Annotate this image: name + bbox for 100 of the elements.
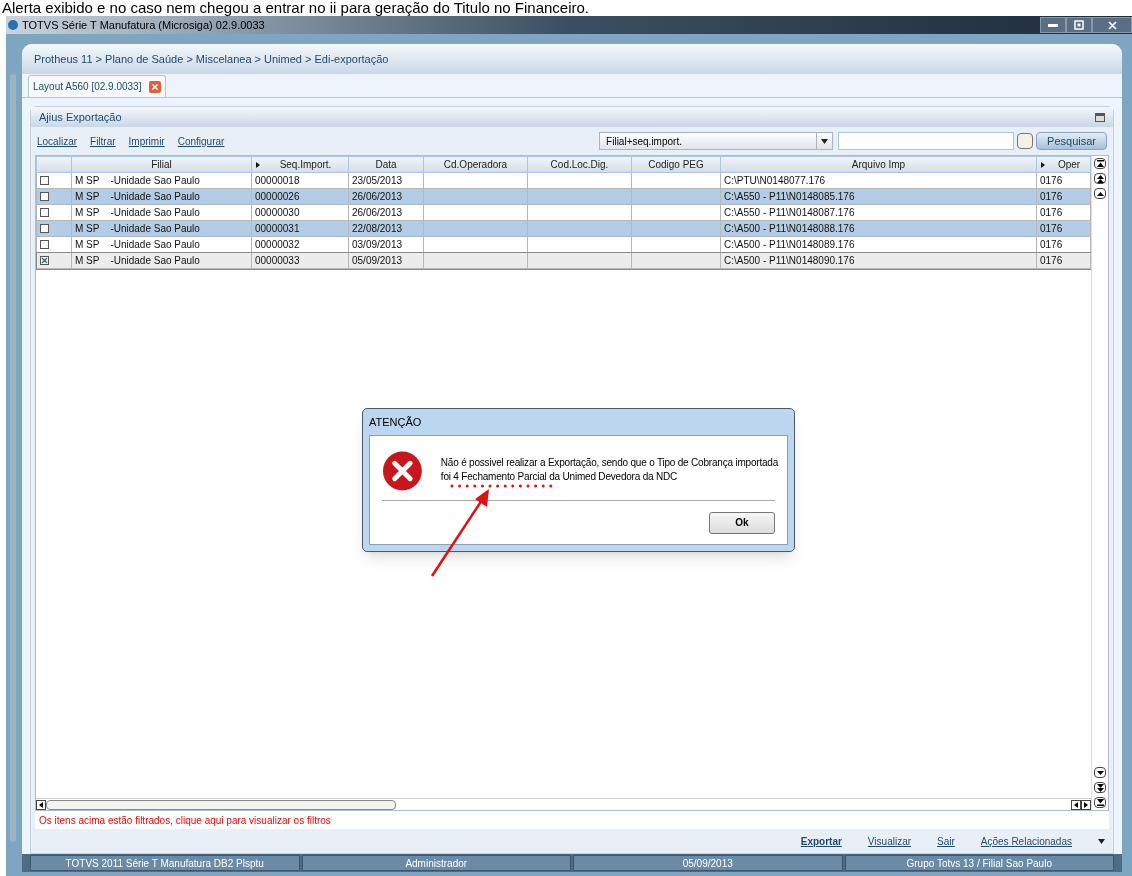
collapse-icon[interactable] bbox=[1095, 112, 1105, 122]
table-cell: M SP -Unidade Sao Paulo bbox=[75, 207, 200, 218]
column-header[interactable]: Arquivo Imp bbox=[721, 157, 1036, 172]
app-icon bbox=[8, 20, 18, 30]
column-header[interactable]: Codigo PEG bbox=[632, 157, 720, 172]
notepad-icon[interactable] bbox=[1017, 133, 1034, 149]
index-dropdown[interactable]: Filial+seq.import. bbox=[599, 132, 834, 150]
table-cell: M SP -Unidade Sao Paulo bbox=[75, 191, 200, 202]
table-cell: 05/09/2013 bbox=[352, 255, 403, 266]
close-tab-icon[interactable] bbox=[149, 80, 162, 93]
scroll-left-icon bbox=[1074, 801, 1078, 808]
restore-icon bbox=[1074, 20, 1084, 30]
column-header[interactable]: Cd.Operadora bbox=[424, 157, 527, 172]
dropdown-caret-icon[interactable] bbox=[1098, 838, 1105, 844]
table-cell: 0176 bbox=[1040, 175, 1063, 186]
scroll-down-icon bbox=[1096, 770, 1104, 775]
scroll-first-icon bbox=[1096, 160, 1104, 167]
tab-label: Layout A560 [02.9.0033] bbox=[33, 80, 142, 94]
row-checkbox[interactable] bbox=[40, 208, 49, 217]
scroll-up-icon bbox=[1096, 191, 1104, 196]
table-row[interactable]: M SP -Unidade Sao Paulo 00000033 05/09/2013 C:\A500 - P11\N0148090.176 0176 bbox=[36, 252, 1091, 269]
check-mark-icon bbox=[41, 257, 48, 264]
scroll-page-up-icon bbox=[1096, 174, 1104, 183]
dialog-title: ATENÇÃO bbox=[369, 414, 422, 430]
table-cell: 00000031 bbox=[255, 223, 300, 234]
column-header[interactable]: Data bbox=[349, 157, 423, 172]
tab[interactable]: Layout A560 [02.9.0033] bbox=[28, 75, 167, 97]
table-cell: C:\A550 - P11\N0148087.176 bbox=[724, 207, 855, 218]
table-cell: 00000018 bbox=[255, 175, 300, 186]
scroll-first-button[interactable] bbox=[1094, 158, 1106, 169]
table-cell: 0176 bbox=[1040, 207, 1063, 218]
scroll-up-button[interactable] bbox=[1094, 188, 1106, 199]
minimize-button[interactable] bbox=[1040, 17, 1066, 33]
toolbar-link[interactable]: Configurar bbox=[177, 133, 225, 149]
toolbar-link[interactable]: Localizar bbox=[37, 133, 78, 149]
status-bar-field: Grupo Totvs 13 / Filial Sao Paulo bbox=[844, 855, 1114, 871]
scroll-left-icon bbox=[39, 801, 43, 808]
status-bar-field: Administrador bbox=[301, 855, 571, 871]
row-checkbox[interactable] bbox=[40, 176, 49, 185]
action-link[interactable]: Visualizar bbox=[867, 833, 912, 849]
table-cell: 0176 bbox=[1040, 223, 1063, 234]
scroll-page-down-button[interactable] bbox=[1094, 782, 1106, 793]
side-handle[interactable] bbox=[10, 74, 16, 842]
restore-button[interactable] bbox=[1066, 17, 1092, 33]
row-checkbox[interactable] bbox=[40, 256, 49, 265]
close-icon bbox=[1107, 20, 1117, 30]
table-cell: M SP -Unidade Sao Paulo bbox=[75, 239, 200, 250]
table-cell: 26/06/2013 bbox=[352, 207, 403, 218]
scroll-page-up-button[interactable] bbox=[1094, 173, 1106, 184]
table-cell: 0176 bbox=[1040, 239, 1063, 250]
minimize-icon bbox=[1048, 23, 1058, 27]
table-cell: 00000030 bbox=[255, 207, 300, 218]
row-checkbox[interactable] bbox=[40, 240, 49, 249]
table-cell: C:\A500 - P11\N0148088.176 bbox=[724, 223, 855, 234]
table-cell: 00000026 bbox=[255, 191, 300, 202]
caret-icon bbox=[821, 138, 829, 144]
scroll-last-button[interactable] bbox=[1094, 797, 1106, 808]
column-header[interactable]: Filial bbox=[72, 157, 251, 172]
scroll-left-button[interactable] bbox=[36, 799, 46, 810]
table-cell: 00000032 bbox=[255, 239, 300, 250]
table-cell: 0176 bbox=[1040, 191, 1063, 202]
status-bar-field: 05/09/2013 bbox=[573, 855, 843, 871]
status-bar-field: TOTVS 2011 Série T Manufatura DB2 Plsptu bbox=[30, 855, 300, 871]
breadcrumb: Protheus 11 > Plano de Saúde > Miscelanea > Unimed > Edi-exportação bbox=[34, 51, 389, 67]
table-cell: C:\A500 - P11\N0148089.176 bbox=[724, 239, 855, 250]
table-cell: C:\A550 - P11\N0148085.176 bbox=[724, 191, 855, 202]
scroll-page-down-icon bbox=[1096, 783, 1104, 792]
scroll-last-icon bbox=[1096, 799, 1104, 806]
scroll-left-button[interactable] bbox=[1071, 799, 1081, 810]
table-cell: C:\A500 - P11\N0148090.176 bbox=[724, 255, 855, 266]
table-cell: 0176 bbox=[1040, 255, 1063, 266]
column-header[interactable]: Cod.Loc.Dig. bbox=[528, 157, 631, 172]
search-field[interactable] bbox=[838, 132, 1015, 150]
table-cell: M SP -Unidade Sao Paulo bbox=[75, 223, 200, 234]
scroll-right-button[interactable] bbox=[1081, 799, 1091, 810]
toolbar-link[interactable]: Imprimir bbox=[128, 133, 165, 149]
table-cell: 26/06/2013 bbox=[352, 191, 403, 202]
scroll-down-button[interactable] bbox=[1094, 767, 1106, 778]
panel-title: Ajius Exportação bbox=[39, 109, 122, 125]
table-cell: 00000033 bbox=[255, 255, 300, 266]
table-cell: 03/09/2013 bbox=[352, 239, 403, 250]
toolbar-link[interactable]: Filtrar bbox=[90, 133, 116, 149]
error-icon bbox=[382, 450, 423, 492]
table-cell: M SP -Unidade Sao Paulo bbox=[75, 255, 200, 266]
search-button[interactable]: Pesquisar bbox=[1036, 132, 1107, 150]
horizontal-scrollbar-thumb[interactable] bbox=[46, 799, 396, 810]
action-link[interactable]: Ações Relacionadas bbox=[980, 833, 1072, 849]
action-link[interactable]: Exportar bbox=[800, 833, 842, 849]
row-checkbox[interactable] bbox=[40, 224, 49, 233]
ok-button[interactable]: Ok bbox=[709, 511, 775, 534]
close-button[interactable] bbox=[1092, 17, 1132, 33]
table-cell: 22/08/2013 bbox=[352, 223, 403, 234]
table-cell: 23/05/2013 bbox=[352, 175, 403, 186]
table-cell: M SP -Unidade Sao Paulo bbox=[75, 175, 200, 186]
window-title: TOTVS Série T Manufatura (Microsiga) 02.9.0033 bbox=[22, 17, 265, 33]
row-checkbox[interactable] bbox=[40, 192, 49, 201]
dialog-message: Não é possivel realizar a Exportação, sendo que o Tipo de Cobrança importada foi 4 Fechamento Parcial da Unimed Devedora da NDC bbox=[440, 456, 780, 484]
scroll-right-icon bbox=[1084, 801, 1088, 808]
action-link[interactable]: Sair bbox=[937, 833, 955, 849]
table-cell: C:\PTU\N0148077.176 bbox=[724, 175, 826, 186]
